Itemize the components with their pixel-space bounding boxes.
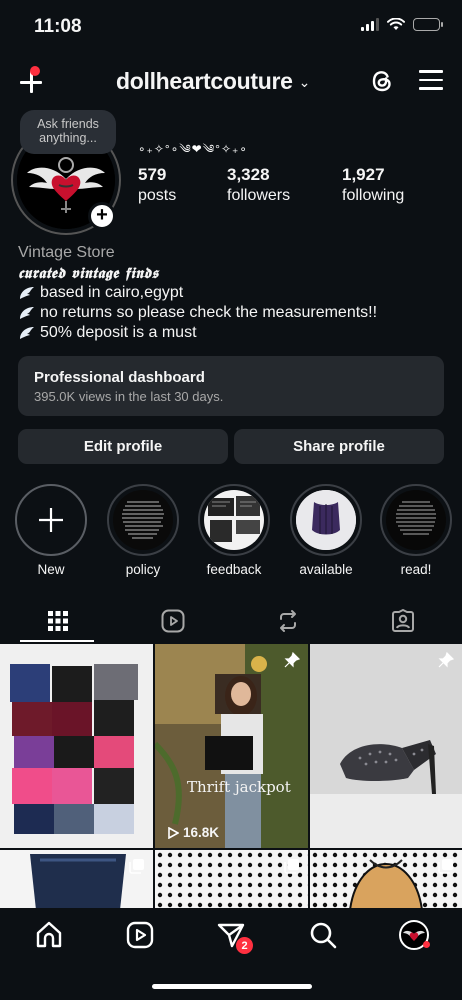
highlight-label: read! xyxy=(400,562,432,577)
bio-line-4: 50% deposit is a must xyxy=(18,323,448,343)
highlight-cover xyxy=(296,490,356,550)
highlight-ring xyxy=(290,484,362,556)
highlight-new[interactable]: New xyxy=(11,484,91,577)
post-tile[interactable] xyxy=(310,644,462,848)
bio-line-3: no returns so please check the measureme… xyxy=(18,303,448,323)
highlight-read[interactable]: read! xyxy=(376,484,456,577)
profile-notification-dot xyxy=(423,941,430,948)
tab-reels[interactable] xyxy=(115,600,230,642)
carousel-icon xyxy=(438,859,453,874)
post-tile[interactable] xyxy=(310,850,462,908)
share-profile-button[interactable]: Share profile xyxy=(234,429,444,464)
post-tile[interactable] xyxy=(155,850,308,908)
profile-header: dollheartcouture ⌄ xyxy=(0,62,462,102)
chevron-down-icon: ⌄ xyxy=(298,74,311,90)
highlight-cover xyxy=(113,490,173,550)
highlight-label: policy xyxy=(125,562,161,577)
followers-count: 3,328 xyxy=(227,165,270,184)
plus-icon xyxy=(21,490,81,550)
bio-line-2: based in cairo,egypt xyxy=(18,283,448,303)
wifi-icon xyxy=(387,18,405,30)
dashboard-title: Professional dashboard xyxy=(34,369,205,386)
tab-reposts[interactable] xyxy=(230,600,345,642)
post-tile-reel[interactable]: Thrift jackpot 16.8K xyxy=(155,644,308,848)
status-bar: 11:08 xyxy=(0,0,462,54)
wing-icon xyxy=(20,307,34,319)
posts-label: posts xyxy=(138,187,177,204)
reels-icon xyxy=(161,609,184,633)
bio-line-1: 𝖈𝖚𝖗𝖆𝖙𝖊𝖉 𝖛𝖎𝖓𝖙𝖆𝖌𝖊 𝖋𝖎𝖓𝖉𝖘 xyxy=(18,264,159,282)
highlight-policy[interactable]: policy xyxy=(103,484,183,577)
tagged-icon xyxy=(391,609,414,632)
play-icon xyxy=(168,826,179,839)
post-tile[interactable] xyxy=(0,850,153,908)
pin-icon xyxy=(284,652,300,668)
posts-count: 579 xyxy=(138,165,167,184)
professional-dashboard-card[interactable]: Professional dashboard 395.0K views in t… xyxy=(18,356,444,416)
wing-icon xyxy=(20,327,34,339)
home-icon[interactable] xyxy=(34,920,64,950)
category-label: Vintage Store xyxy=(18,244,115,261)
new-highlight-ring xyxy=(15,484,87,556)
carousel-icon xyxy=(129,859,144,874)
profile-bio: Vintage Store 𝖈𝖚𝖗𝖆𝖙𝖊𝖉 𝖛𝖎𝖓𝖙𝖆𝖌𝖊 𝖋𝖎𝖓𝖉𝖘 base… xyxy=(18,243,448,343)
pin-icon xyxy=(438,652,454,668)
highlight-ring xyxy=(198,484,270,556)
post-tile[interactable] xyxy=(0,644,153,848)
stat-posts[interactable]: 579 posts xyxy=(138,165,176,205)
notification-dot xyxy=(30,66,40,76)
edit-profile-button[interactable]: Edit profile xyxy=(18,429,228,464)
note-bubble[interactable]: Ask friends anything... xyxy=(20,110,116,154)
search-icon[interactable] xyxy=(308,920,338,950)
highlight-cover xyxy=(386,490,446,550)
followers-label: followers xyxy=(227,187,291,204)
home-indicator xyxy=(152,984,312,989)
grid-icon xyxy=(47,611,68,631)
reposts-icon xyxy=(279,610,296,632)
bio-line-2-text: based in cairo,egypt xyxy=(40,284,184,301)
highlight-label: feedback xyxy=(206,562,262,577)
username: dollheartcouture xyxy=(116,68,293,94)
status-time: 11:08 xyxy=(34,16,82,37)
note-text: Ask friends anything... xyxy=(37,117,99,145)
highlight-feedback[interactable]: feedback xyxy=(194,484,274,577)
bio-line-3-text: no returns so please check the measureme… xyxy=(40,304,378,321)
profile-tabs xyxy=(0,600,462,642)
highlight-label: New xyxy=(37,562,65,577)
threads-icon[interactable] xyxy=(368,67,396,95)
dashboard-subtitle: 395.0K views in the last 30 days. xyxy=(34,389,224,404)
reels-icon[interactable] xyxy=(125,920,155,950)
stat-following[interactable]: 1,927 following xyxy=(342,165,404,205)
carousel-icon xyxy=(284,859,299,874)
reel-overlay-text: Thrift jackpot xyxy=(187,778,291,796)
account-switcher[interactable]: dollheartcouture ⌄ xyxy=(116,68,310,95)
highlight-ring xyxy=(107,484,179,556)
following-count: 1,927 xyxy=(342,165,385,184)
menu-icon[interactable] xyxy=(419,70,443,92)
add-story-icon[interactable]: + xyxy=(88,202,116,230)
highlight-ring xyxy=(380,484,452,556)
status-icons xyxy=(361,18,443,31)
reel-views: 16.8K xyxy=(167,825,219,840)
views-count: 16.8K xyxy=(183,825,220,840)
tab-grid[interactable] xyxy=(0,600,115,642)
highlight-cover xyxy=(204,490,264,550)
following-label: following xyxy=(342,187,405,204)
messages-badge: 2 xyxy=(235,936,254,955)
bio-line-4-text: 50% deposit is a must xyxy=(40,324,197,341)
battery-icon xyxy=(413,18,443,31)
wing-icon xyxy=(20,287,34,299)
highlight-label: available xyxy=(299,562,353,577)
cellular-signal-icon xyxy=(361,18,379,31)
posts-grid: Thrift jackpot 16.8K xyxy=(0,644,462,908)
stat-followers[interactable]: 3,328 followers xyxy=(227,165,290,205)
active-tab-indicator xyxy=(20,640,94,642)
highlight-available[interactable]: available xyxy=(286,484,366,577)
tab-tagged[interactable] xyxy=(345,600,460,642)
